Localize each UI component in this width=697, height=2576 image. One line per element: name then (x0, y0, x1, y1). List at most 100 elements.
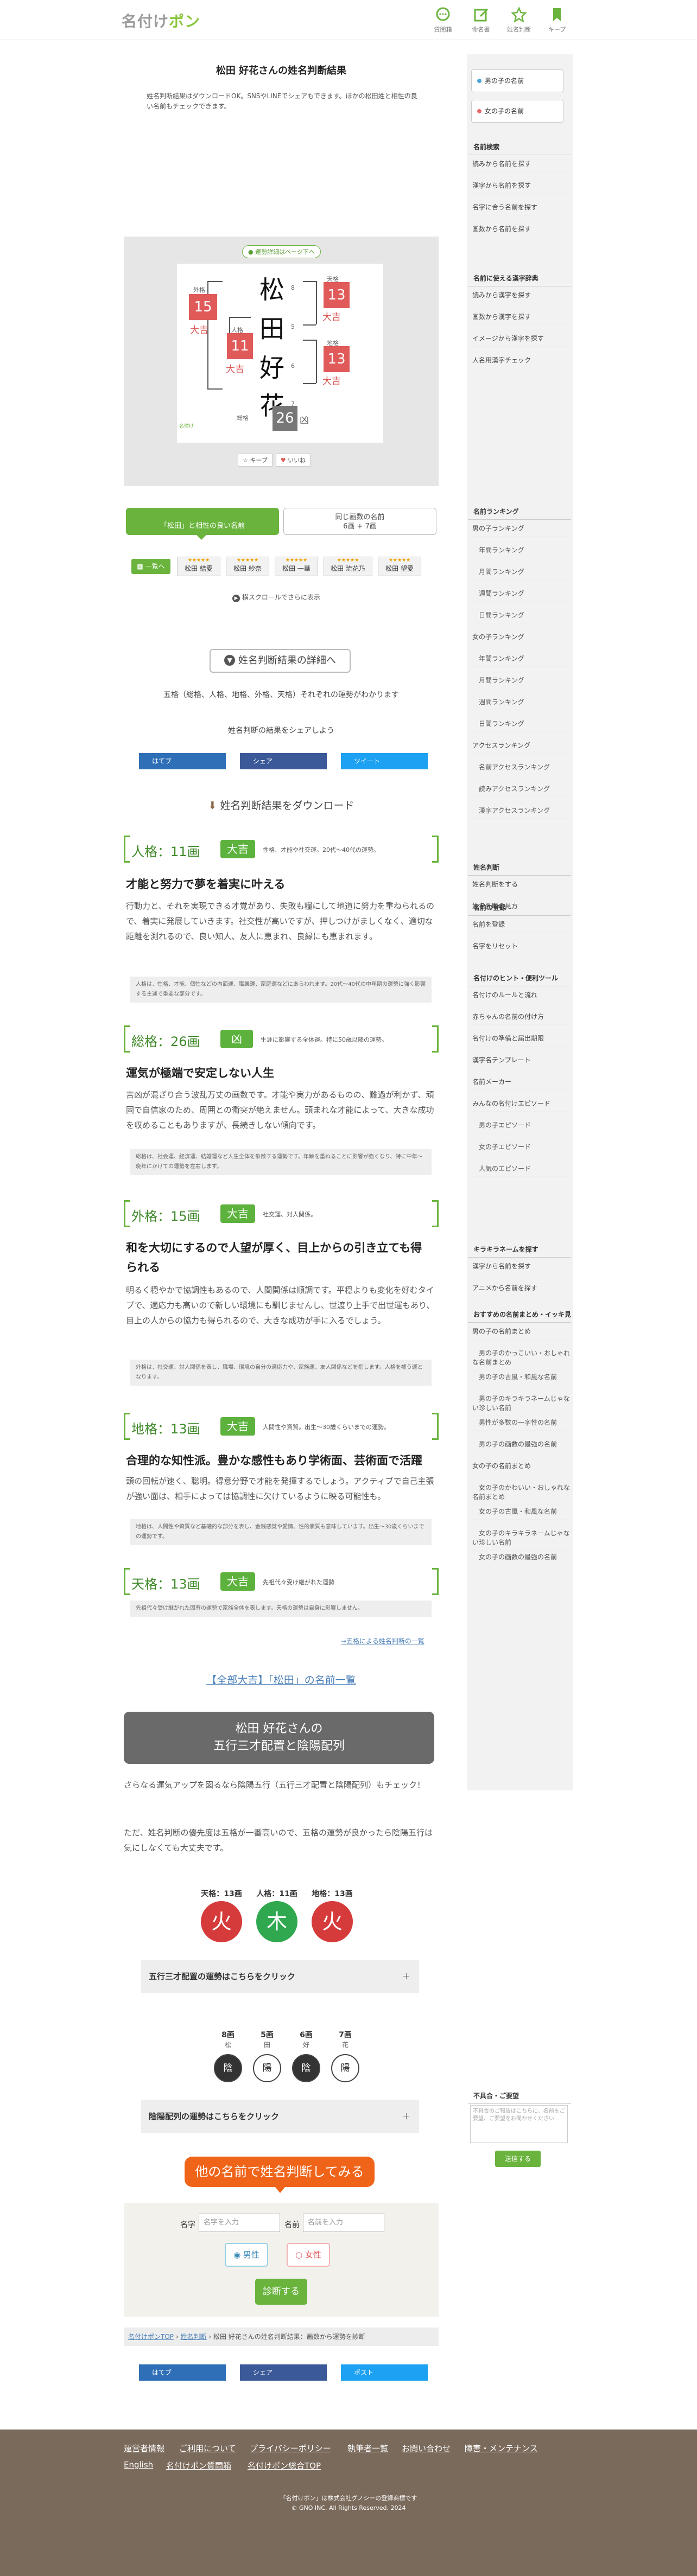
boy-names-link[interactable]: 男の子の名前 (471, 69, 563, 92)
sidebar-item[interactable]: アニメから名前を探す (470, 1281, 570, 1296)
mei-input[interactable]: 名前を入力 (303, 2214, 384, 2232)
girl-names-link[interactable]: 女の子の名前 (471, 100, 563, 123)
footer-link[interactable]: 運営者情報 (124, 2443, 164, 2454)
hatena-share-button[interactable]: はてブ (139, 2364, 226, 2381)
fortune-detail-badge[interactable]: ● 運勢詳細はページ下へ (242, 245, 321, 258)
sidebar-item[interactable]: 読みから漢字を探す (470, 289, 570, 303)
sidebar-item[interactable]: 男の子の画数の最強の名前 (470, 1438, 570, 1452)
footer-link[interactable]: 障害・メンテナンス (465, 2443, 538, 2454)
sidebar-item[interactable]: 月間ランキング (470, 565, 570, 580)
facebook-share-button[interactable]: シェア (240, 2364, 327, 2381)
site-logo[interactable]: 名付けポン (122, 10, 200, 31)
sidebar-item[interactable]: 週間ランキング (470, 587, 570, 602)
sidebar-item[interactable]: 読みアクセスランキング (470, 782, 570, 797)
sidebar-item[interactable]: 姓名判断をする (470, 878, 570, 892)
footer-link[interactable]: 名付けポン質問箱 (166, 2460, 231, 2471)
sidebar-item[interactable]: 名付けのルールと流れ (470, 989, 570, 1003)
female-radio[interactable]: ○ 女性 (287, 2243, 330, 2267)
sidebar-item[interactable]: 女の子の名前まとめ (470, 1459, 570, 1474)
name-chip[interactable]: ★★★★★ 松田 琉花乃 (324, 557, 372, 576)
sidebar-item[interactable]: 人気のエピソード (470, 1162, 570, 1177)
sidebar-item[interactable]: アクセスランキング (470, 739, 570, 754)
sidebar-item[interactable]: 人名用漢字チェック (470, 354, 570, 368)
sidebar-item[interactable]: 年間ランキング (470, 652, 570, 667)
gogyou-accordion[interactable]: 五行三才配置の運勢はこちらをクリック＋ (141, 1960, 419, 1993)
tab-compatible-names[interactable]: 「松田」と相性の良い名前 (126, 508, 279, 535)
detail-button[interactable]: ▼ 姓名判断結果の詳細へ (210, 649, 351, 673)
download-title[interactable]: ⬇ 姓名判断結果をダウンロード (124, 798, 439, 812)
sidebar-item[interactable]: 名字をリセット (470, 940, 570, 954)
dot-icon (477, 79, 481, 83)
hatena-share-button[interactable]: はてブ (139, 753, 226, 769)
tab-same-strokes[interactable]: 同じ画数の名前 6画 + 7画 (283, 508, 436, 535)
sidebar-item[interactable]: 男の子の古風・和風な名前 (470, 1370, 570, 1385)
x-share-button[interactable]: ポスト (341, 2364, 428, 2381)
sidebar-item[interactable]: 女の子のキラキラネームじゃない珍しい名前 (470, 1527, 570, 1551)
sidebar-item[interactable]: 漢字名テンプレート (470, 1054, 570, 1068)
facebook-share-button[interactable]: シェア (240, 753, 327, 769)
submit-button[interactable]: 診断する (255, 2279, 307, 2305)
all-names-button[interactable]: ▦ 一覧へ (131, 559, 170, 574)
name-chip[interactable]: ★★★★★ 松田 望愛 (378, 557, 421, 576)
twitter-share-button[interactable]: ツイート (341, 753, 428, 769)
footer-link[interactable]: プライバシーポリシー (250, 2443, 331, 2454)
soukaku-luck: 凶 (300, 415, 309, 426)
sidebar-item[interactable]: 週間ランキング (470, 696, 570, 710)
sidebar-item[interactable]: 名前メーカー (470, 1075, 570, 1090)
footer-link[interactable]: English (124, 2460, 153, 2470)
sidebar-item[interactable]: 男の子エピソード (470, 1119, 570, 1133)
footer-link[interactable]: 執筆者一覧 (347, 2443, 388, 2454)
sidebar-item[interactable]: 漢字から名前を探す (470, 179, 570, 194)
breadcrumb-mid[interactable]: 姓名判断 (180, 2333, 206, 2341)
sidebar-item[interactable]: 男の子のキラキラネームじゃない珍しい名前 (470, 1392, 570, 1416)
sidebar-item[interactable]: 年間ランキング (470, 544, 570, 558)
sidebar-item[interactable]: 漢字アクセスランキング (470, 804, 570, 819)
feedback-submit[interactable]: 送信する (495, 2151, 541, 2167)
sidebar-item[interactable]: 読みから名前を探す (470, 157, 570, 172)
keep-button[interactable]: ☆ キープ (238, 454, 273, 467)
footer-link[interactable]: 名付けポン総合TOP (248, 2460, 321, 2471)
sidebar-item[interactable]: 漢字から名前を探す (470, 1260, 570, 1274)
sidebar-item[interactable]: 男の子のかっこいい・おしゃれな名前まとめ (470, 1347, 570, 1370)
sidebar-item[interactable]: 女の子のかわいい・おしゃれな名前まとめ (470, 1481, 570, 1505)
sidebar-item[interactable]: 名前アクセスランキング (470, 761, 570, 775)
sidebar-item[interactable]: 画数から漢字を探す (470, 310, 570, 325)
nav-question-box[interactable]: 質問箱 (427, 7, 459, 34)
name-chip[interactable]: ★★★★★ 松田 一華 (275, 557, 318, 576)
footer-link[interactable]: ご利用について (179, 2443, 236, 2454)
element-fire: 火 (201, 1901, 242, 1942)
cta-pointer (275, 2186, 286, 2193)
sidebar-item[interactable]: 女の子エピソード (470, 1140, 570, 1155)
sidebar-item[interactable]: 男性が多数の一字性の名前 (470, 1416, 570, 1431)
sidebar-item[interactable]: 日間ランキング (470, 717, 570, 732)
male-radio[interactable]: ◉ 男性 (225, 2243, 268, 2267)
sidebar-item[interactable]: 女の子の画数の最強の名前 (470, 1551, 570, 1565)
nav-naming-doc[interactable]: 命名書 (465, 7, 497, 34)
sidebar-item[interactable]: 男の子ランキング (470, 522, 570, 537)
name-chip[interactable]: ★★★★★ 松田 結愛 (177, 557, 220, 576)
daikichi-names-link[interactable]: 【全部大吉】「松田」の名前一覧 (124, 1672, 439, 1687)
inyou-accordion[interactable]: 陰陽配列の運勢はこちらをクリック＋ (141, 2100, 419, 2133)
feedback-textarea[interactable]: 不具合のご報告はこちらに、名前をご要望、ご要望をお聞かせください… (470, 2105, 568, 2143)
favorite-button[interactable]: ♥ いいね (275, 454, 311, 467)
sidebar-item[interactable]: 男の子の名前まとめ (470, 1325, 570, 1340)
name-chip[interactable]: ★★★★★ 松田 紗奈 (226, 557, 269, 576)
sidebar-item[interactable]: 名前を登録 (470, 918, 570, 933)
sei-input[interactable]: 名字を入力 (199, 2214, 280, 2232)
sidebar-item[interactable]: 名字に合う名前を探す (470, 201, 570, 215)
sidebar-item[interactable]: 赤ちゃんの名前の付け方 (470, 1010, 570, 1025)
footer-link[interactable]: お問い合わせ (402, 2443, 451, 2454)
retry-cta[interactable]: 他の名前で姓名判断してみる (185, 2157, 375, 2187)
gokaku-list-link[interactable]: →五格による姓名判断の一覧 (341, 1636, 424, 1646)
sidebar-item[interactable]: 月間ランキング (470, 674, 570, 688)
sidebar-item[interactable]: 女の子ランキング (470, 630, 570, 645)
sidebar-item[interactable]: 画数から名前を探す (470, 222, 570, 237)
sidebar-item[interactable]: 日間ランキング (470, 609, 570, 623)
breadcrumb-home[interactable]: 名付けポンTOP (128, 2333, 174, 2341)
nav-name-judgement[interactable]: 姓名判断 (503, 7, 535, 34)
sidebar-item[interactable]: みんなの名付けエピソード (470, 1097, 570, 1112)
sidebar-item[interactable]: 名付けの準備と届出期限 (470, 1032, 570, 1047)
sidebar-item[interactable]: イメージから漢字を探す (470, 332, 570, 347)
sidebar-item[interactable]: 女の子の古風・和風な名前 (470, 1505, 570, 1520)
nav-keep[interactable]: キープ (541, 7, 573, 34)
